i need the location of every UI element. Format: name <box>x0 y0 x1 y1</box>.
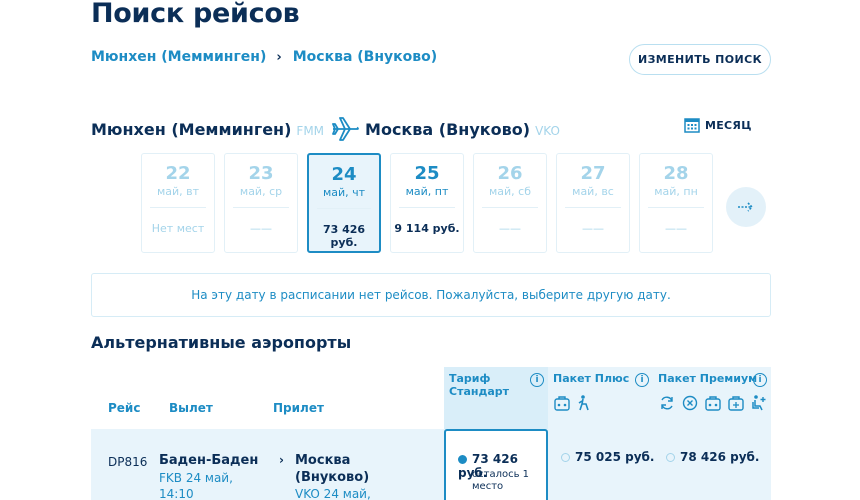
fare-standard-option[interactable]: 73 426 руб. осталось 1 место <box>444 429 548 500</box>
cancel-circle-icon <box>681 394 699 412</box>
date-card-25[interactable]: 25 май, пт 9 114 руб. <box>390 153 464 253</box>
tariff-plus-header[interactable]: Пакет Плюс i <box>548 367 653 429</box>
chevron-right-icon: › <box>279 453 284 467</box>
tariff-standard-name: Тариф Стандарт <box>449 372 510 398</box>
priority-boarding-icon <box>575 394 593 412</box>
table-row[interactable]: DP816 Баден-Баден FKB 24 май, 14:10 › Мо… <box>91 429 771 500</box>
header-flight: Рейс <box>108 401 141 415</box>
baggage-icon <box>553 394 571 412</box>
date-price: —— <box>665 222 687 235</box>
date-day: 24 <box>331 164 357 185</box>
departure-detail: FKB 24 май, <box>159 471 233 485</box>
departure-city: Баден-Баден <box>159 453 259 468</box>
info-icon[interactable]: i <box>635 373 649 387</box>
date-divider <box>150 207 206 208</box>
info-icon[interactable]: i <box>530 373 544 387</box>
date-weekday: май, пт <box>405 185 449 198</box>
date-divider <box>233 207 289 208</box>
date-day: 27 <box>580 163 606 184</box>
header-departure: Вылет <box>169 401 213 415</box>
date-divider <box>482 207 538 208</box>
page-title: Поиск рейсов <box>91 0 300 29</box>
fare-plus-price: 75 025 руб. <box>575 450 655 464</box>
next-dates-button[interactable] <box>726 187 766 227</box>
arrow-right-icon <box>738 202 754 212</box>
route-to-code: VKO <box>535 124 560 138</box>
month-label: МЕСЯЦ <box>705 118 752 132</box>
date-day: 28 <box>663 163 689 184</box>
flights-table-header: Рейс Вылет Прилет Тариф Стандарт i Пакет… <box>91 367 771 429</box>
date-weekday: май, сб <box>488 185 531 198</box>
radio-icon <box>561 453 570 462</box>
no-flights-notice: На эту дату в расписании нет рейсов. Пож… <box>91 273 771 317</box>
tariff-premium-header[interactable]: Пакет Премиум i <box>653 367 771 429</box>
date-price: Нет мест <box>151 222 205 235</box>
date-divider <box>399 207 455 208</box>
month-view-link[interactable]: МЕСЯЦ <box>684 117 752 133</box>
date-card-28[interactable]: 28 май, пн —— <box>639 153 713 253</box>
fare-standard-note-2: место <box>472 481 504 492</box>
date-price: —— <box>250 222 272 235</box>
date-price: —— <box>499 222 521 235</box>
date-card-23[interactable]: 23 май, ср —— <box>224 153 298 253</box>
date-weekday: май, вт <box>156 185 200 198</box>
date-divider <box>317 208 371 209</box>
date-price: 73 426 руб. <box>322 223 366 249</box>
calendar-icon <box>684 118 700 133</box>
arrival-city-line2: (Внуково) <box>295 470 370 485</box>
info-icon[interactable]: i <box>753 373 767 387</box>
date-weekday: май, вс <box>572 185 614 198</box>
breadcrumb: Мюнхен (Мемминген) › Москва (Внуково) <box>91 49 437 65</box>
breadcrumb-separator: › <box>276 49 282 65</box>
date-card-24[interactable]: 24 май, чт 73 426 руб. <box>307 153 381 253</box>
date-price: —— <box>582 222 604 235</box>
arrival-detail: VKO 24 май, <box>295 487 371 500</box>
date-day: 23 <box>248 163 274 184</box>
route-from-code: FMM <box>296 124 325 138</box>
breadcrumb-from-link[interactable]: Мюнхен (Мемминген) <box>91 49 266 65</box>
radio-icon <box>666 453 675 462</box>
alternative-airports-title: Альтернативные аэропорты <box>91 333 352 352</box>
airplane-icon <box>330 114 360 144</box>
tariff-plus-name: Пакет Плюс <box>553 372 630 385</box>
fare-premium-price: 78 426 руб. <box>680 450 760 464</box>
date-price: 9 114 руб. <box>394 222 460 235</box>
departure-time: 14:10 <box>159 487 194 500</box>
refresh-icon <box>658 394 676 412</box>
tariff-premium-name: Пакет Премиум <box>658 372 758 385</box>
header-arrival: Прилет <box>273 401 324 415</box>
fare-plus-option[interactable]: 75 025 руб. <box>561 450 654 464</box>
radio-selected-icon <box>458 455 467 464</box>
date-card-26[interactable]: 26 май, сб —— <box>473 153 547 253</box>
baggage-extra-icon <box>727 394 745 412</box>
breadcrumb-to-link[interactable]: Москва (Внуково) <box>293 49 437 65</box>
arrival-city: Москва <box>295 453 351 468</box>
fare-premium-option[interactable]: 78 426 руб. <box>666 450 759 464</box>
date-card-27[interactable]: 27 май, вс —— <box>556 153 630 253</box>
date-card-22[interactable]: 22 май, вт Нет мест <box>141 153 215 253</box>
flight-number: DP816 <box>108 455 148 469</box>
route-to: Москва (Внуково) <box>365 119 531 139</box>
date-day: 26 <box>497 163 523 184</box>
tariff-standard-header[interactable]: Тариф Стандарт i <box>444 367 548 429</box>
date-day: 25 <box>414 163 440 184</box>
route-from: Мюнхен (Мемминген) <box>91 119 292 139</box>
date-strip: 22 май, вт Нет мест 23 май, ср —— 24 май… <box>141 153 722 253</box>
date-weekday: май, чт <box>322 186 366 199</box>
date-day: 22 <box>165 163 191 184</box>
route-header: Мюнхен (Мемминген) FMM Москва (Внуково) … <box>91 114 560 144</box>
date-weekday: май, пн <box>654 185 698 198</box>
date-weekday: май, ср <box>239 185 283 198</box>
change-search-button[interactable]: ИЗМЕНИТЬ ПОИСК <box>629 44 771 75</box>
fare-standard-note: осталось 1 <box>472 469 530 480</box>
date-divider <box>565 207 621 208</box>
baggage-icon <box>704 394 722 412</box>
seat-plus-icon <box>750 394 768 412</box>
date-divider <box>648 207 704 208</box>
